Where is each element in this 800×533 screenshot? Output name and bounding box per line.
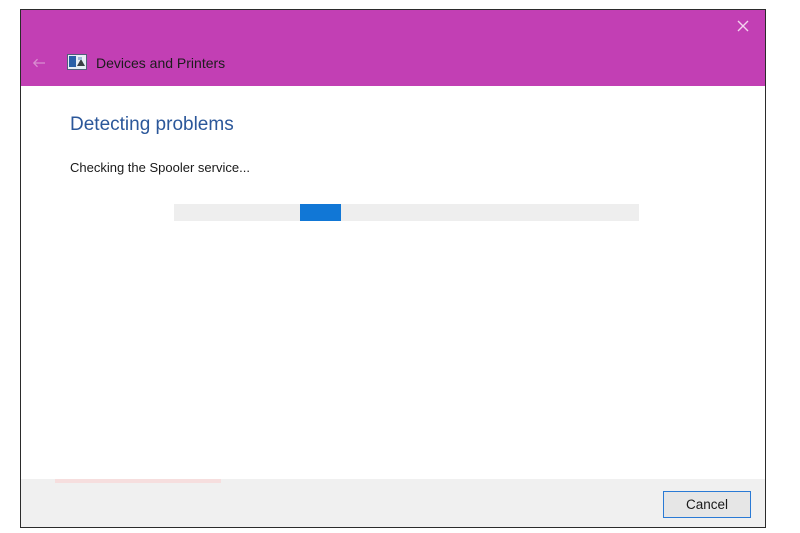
progress-indicator: [299, 204, 342, 221]
close-icon: [737, 20, 749, 32]
cancel-button[interactable]: Cancel: [663, 491, 751, 518]
troubleshooter-window: Devices and Printers Detecting problems …: [20, 9, 766, 528]
status-text: Checking the Spooler service...: [70, 160, 250, 175]
back-button[interactable]: [27, 51, 51, 75]
devices-and-printers-icon: [67, 54, 87, 70]
progress-bar: [174, 204, 639, 221]
page-heading: Detecting problems: [70, 114, 234, 135]
footer-accent: [55, 479, 221, 483]
footer-bar: Cancel: [21, 479, 765, 527]
title-bar: Devices and Printers: [21, 10, 765, 86]
arrow-left-icon: [32, 58, 45, 68]
window-title: Devices and Printers: [96, 55, 226, 71]
close-button[interactable]: [721, 10, 765, 42]
